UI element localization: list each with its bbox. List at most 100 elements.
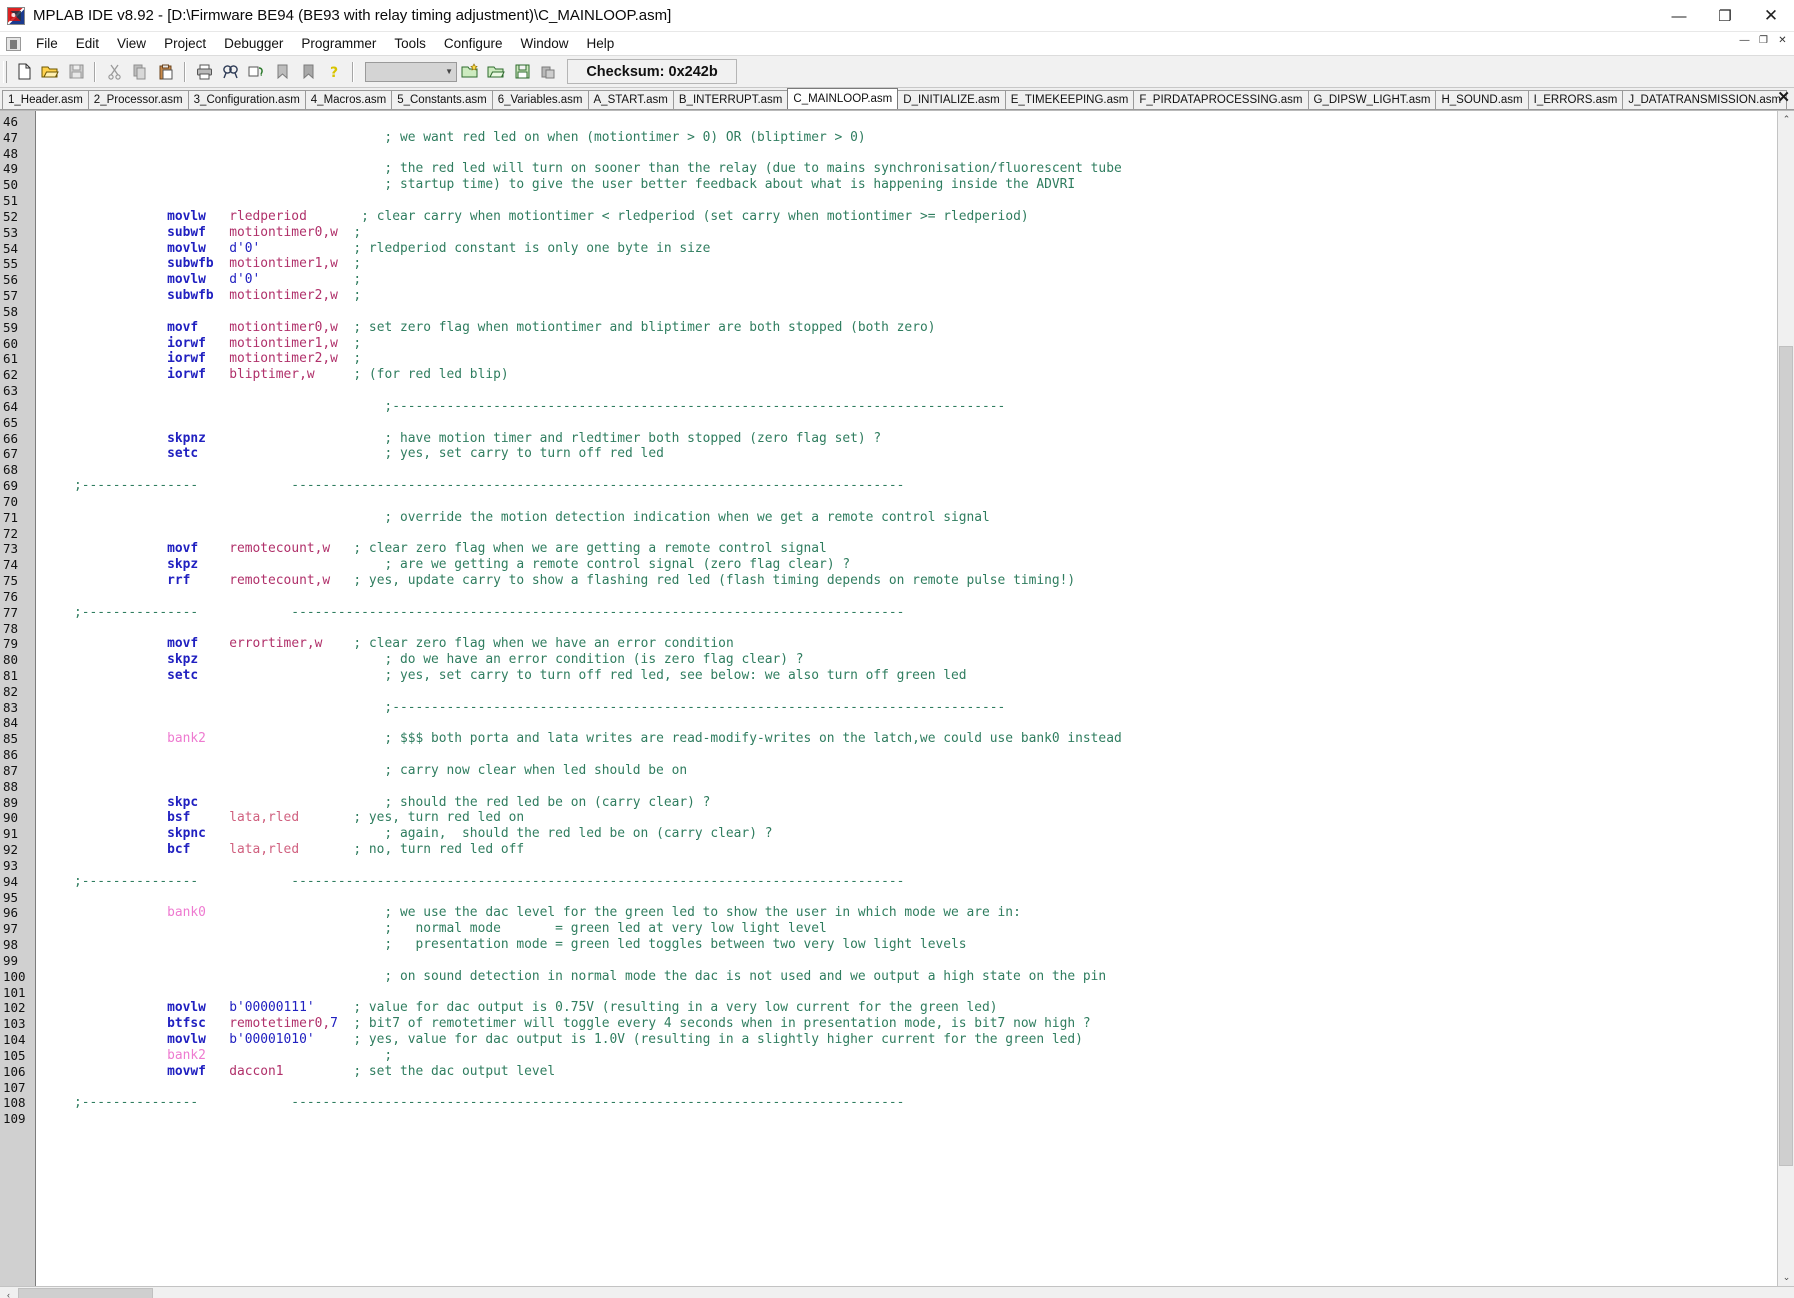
tab-c-mainloop-asm[interactable]: C_MAINLOOP.asm — [787, 88, 899, 109]
bookmark-next-icon[interactable] — [270, 60, 294, 84]
code-line[interactable]: skpc ; should the red led be on (carry c… — [74, 795, 1794, 811]
code-line[interactable]: ;--------------- -----------------------… — [74, 605, 1794, 621]
code-line[interactable]: ;--------------- -----------------------… — [74, 478, 1794, 494]
code-line[interactable]: ; carry now clear when led should be on — [74, 763, 1794, 779]
code-line[interactable]: bsf lata,rled ; yes, turn red led on — [74, 810, 1794, 826]
code-line[interactable]: ; startup time) to give the user better … — [74, 177, 1794, 193]
horizontal-scroll-thumb[interactable] — [18, 1288, 153, 1298]
project-new-icon[interactable] — [458, 60, 482, 84]
code-line[interactable]: subwfb motiontimer2,w ; — [74, 288, 1794, 304]
copy-icon[interactable] — [128, 60, 152, 84]
project-open-icon[interactable] — [484, 60, 508, 84]
mdi-minimize-button[interactable]: — — [1736, 34, 1753, 50]
code-line[interactable] — [74, 193, 1794, 209]
tab-b-interrupt-asm[interactable]: B_INTERRUPT.asm — [672, 90, 789, 109]
code-line[interactable] — [74, 1080, 1794, 1096]
tab-f-pirdataprocessing-asm[interactable]: F_PIRDATAPROCESSING.asm — [1133, 90, 1309, 109]
menu-item-debugger[interactable]: Debugger — [215, 34, 292, 53]
code-line[interactable]: ; we want red led on when (motiontimer >… — [74, 130, 1794, 146]
code-line[interactable]: setc ; yes, set carry to turn off red le… — [74, 668, 1794, 684]
code-line[interactable] — [74, 494, 1794, 510]
menu-item-configure[interactable]: Configure — [435, 34, 512, 53]
tab-4-macros-asm[interactable]: 4_Macros.asm — [304, 90, 393, 109]
tab-6-variables-asm[interactable]: 6_Variables.asm — [491, 90, 589, 109]
menu-item-window[interactable]: Window — [511, 34, 577, 53]
tab-5-constants-asm[interactable]: 5_Constants.asm — [391, 90, 493, 109]
tab-g-dipsw-light-asm[interactable]: G_DIPSW_LIGHT.asm — [1307, 90, 1437, 109]
paste-icon[interactable] — [154, 60, 178, 84]
code-line[interactable] — [74, 589, 1794, 605]
menu-item-view[interactable]: View — [108, 34, 155, 53]
code-line[interactable]: bcf lata,rled ; no, turn red led off — [74, 842, 1794, 858]
code-line[interactable]: ; on sound detection in normal mode the … — [74, 969, 1794, 985]
cut-icon[interactable] — [102, 60, 126, 84]
code-line[interactable]: skpnz ; have motion timer and rledtimer … — [74, 431, 1794, 447]
new-file-icon[interactable] — [12, 60, 36, 84]
code-line[interactable]: ;--------------- -----------------------… — [74, 874, 1794, 890]
bookmark-prev-icon[interactable] — [296, 60, 320, 84]
editor-vertical-scrollbar[interactable]: ⌃ ⌄ — [1777, 111, 1794, 1286]
build-icon[interactable] — [536, 60, 560, 84]
code-line[interactable]: subwf motiontimer0,w ; — [74, 225, 1794, 241]
code-line[interactable]: bank0 ; we use the dac level for the gre… — [74, 905, 1794, 921]
code-line[interactable] — [74, 415, 1794, 431]
close-button[interactable]: ✕ — [1748, 0, 1794, 32]
code-line[interactable]: skpnc ; again, should the red led be on … — [74, 826, 1794, 842]
tab-close-icon[interactable]: ✕ — [1777, 89, 1790, 107]
tab-d-initialize-asm[interactable]: D_INITIALIZE.asm — [897, 90, 1006, 109]
tab-e-timekeeping-asm[interactable]: E_TIMEKEEPING.asm — [1004, 90, 1135, 109]
mdi-restore-button[interactable]: ❐ — [1755, 34, 1772, 50]
code-line[interactable]: movlw d'0' ; rledperiod constant is only… — [74, 241, 1794, 257]
code-line[interactable] — [74, 462, 1794, 478]
code-line[interactable]: movf motiontimer0,w ; set zero flag when… — [74, 320, 1794, 336]
code-line[interactable]: bank2 ; — [74, 1048, 1794, 1064]
code-line[interactable]: movlw d'0' ; — [74, 272, 1794, 288]
menu-item-edit[interactable]: Edit — [67, 34, 108, 53]
print-icon[interactable] — [192, 60, 216, 84]
scroll-up-arrow-icon[interactable]: ⌃ — [1778, 111, 1794, 128]
scroll-down-arrow-icon[interactable]: ⌄ — [1778, 1269, 1794, 1286]
toolbar-grip[interactable] — [3, 60, 7, 83]
project-save-icon[interactable] — [510, 60, 534, 84]
tab-3-configuration-asm[interactable]: 3_Configuration.asm — [187, 90, 306, 109]
menu-item-project[interactable]: Project — [155, 34, 215, 53]
code-line[interactable]: rrf remotecount,w ; yes, update carry to… — [74, 573, 1794, 589]
find-replace-icon[interactable] — [244, 60, 268, 84]
code-line[interactable] — [74, 1111, 1794, 1127]
code-line[interactable] — [74, 383, 1794, 399]
code-line[interactable]: iorwf motiontimer2,w ; — [74, 351, 1794, 367]
code-line[interactable]: ;---------------------------------------… — [74, 399, 1794, 415]
code-line[interactable] — [74, 779, 1794, 795]
code-line[interactable]: movlw b'00000111' ; value for dac output… — [74, 1000, 1794, 1016]
code-line[interactable]: bank2 ; $$$ both porta and lata writes a… — [74, 731, 1794, 747]
code-line[interactable]: ;--------------- -----------------------… — [74, 1095, 1794, 1111]
code-line[interactable] — [74, 526, 1794, 542]
code-line[interactable] — [74, 114, 1794, 130]
editor-horizontal-scrollbar[interactable]: ‹ — [0, 1286, 1794, 1298]
open-folder-icon[interactable] — [38, 60, 62, 84]
code-line[interactable] — [74, 684, 1794, 700]
tab-j-datatransmission-asm[interactable]: J_DATATRANSMISSION.asm — [1622, 90, 1788, 109]
code-line[interactable] — [74, 858, 1794, 874]
find-icon[interactable] — [218, 60, 242, 84]
code-line[interactable] — [74, 747, 1794, 763]
code-line[interactable] — [74, 890, 1794, 906]
vertical-scroll-thumb[interactable] — [1779, 346, 1793, 1166]
code-line[interactable] — [74, 146, 1794, 162]
code-line[interactable] — [74, 715, 1794, 731]
code-line[interactable]: skpz ; do we have an error condition (is… — [74, 652, 1794, 668]
menu-item-tools[interactable]: Tools — [385, 34, 435, 53]
menu-item-help[interactable]: Help — [577, 34, 623, 53]
code-line[interactable]: iorwf motiontimer1,w ; — [74, 336, 1794, 352]
code-line[interactable]: movlw b'00001010' ; yes, value for dac o… — [74, 1032, 1794, 1048]
code-line[interactable] — [74, 304, 1794, 320]
help-icon[interactable]: ? — [322, 60, 346, 84]
code-line[interactable]: movf remotecount,w ; clear zero flag whe… — [74, 541, 1794, 557]
code-line[interactable] — [74, 985, 1794, 1001]
tab-2-processor-asm[interactable]: 2_Processor.asm — [87, 90, 189, 109]
code-line[interactable]: setc ; yes, set carry to turn off red le… — [74, 446, 1794, 462]
code-line[interactable]: skpz ; are we getting a remote control s… — [74, 557, 1794, 573]
code-line[interactable]: subwfb motiontimer1,w ; — [74, 256, 1794, 272]
mdi-system-icon[interactable] — [6, 36, 21, 51]
code-line[interactable]: ; normal mode = green led at very low li… — [74, 921, 1794, 937]
